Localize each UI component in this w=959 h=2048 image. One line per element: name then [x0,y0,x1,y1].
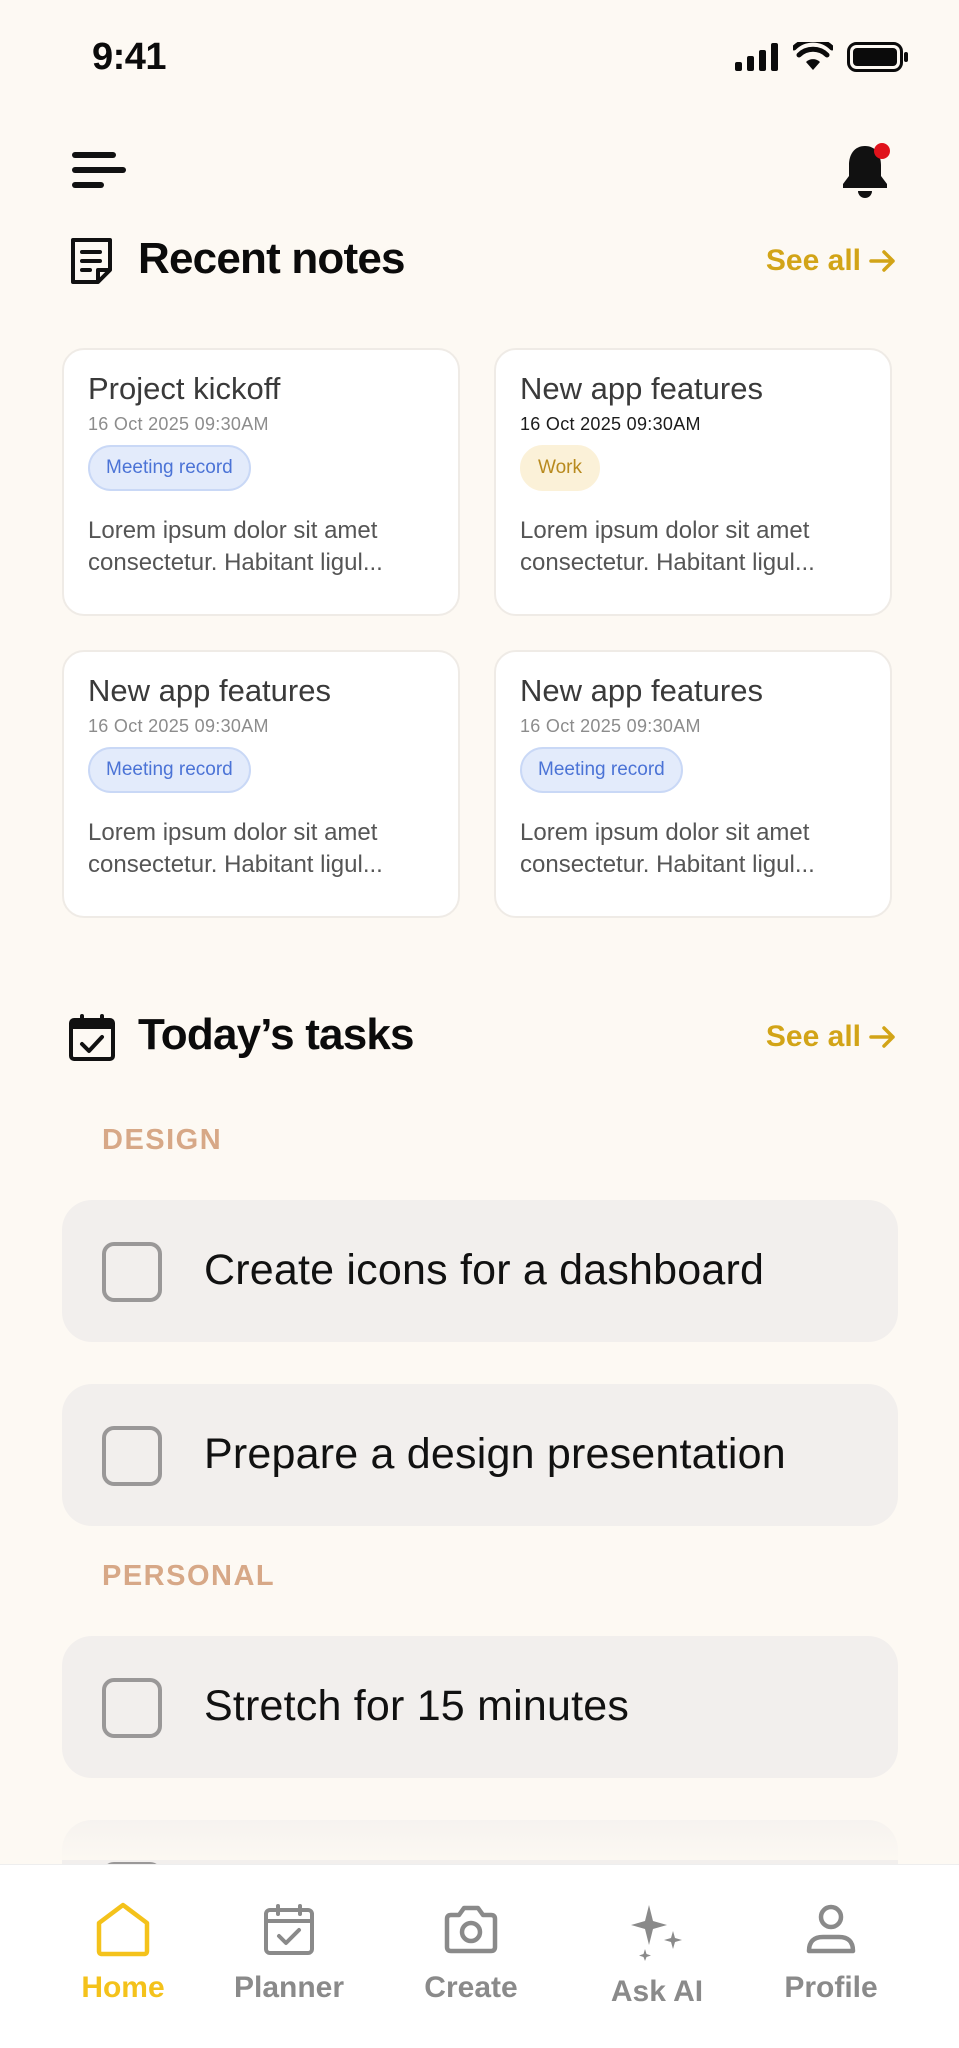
note-tag: Meeting record [520,747,683,793]
calendar-check-icon [69,1014,115,1061]
menu-button[interactable] [70,148,128,194]
tab-label: Ask AI [610,1975,704,2008]
cellular-signal-icon [735,43,778,71]
scroll-fade [0,1790,959,1860]
note-date: 16 Oct 2025 09:30AM [88,414,269,434]
tab-label: Home [81,1971,165,2004]
calendar-check-icon [264,1904,314,1955]
note-preview: Lorem ipsum dolor sit amet consectetur. … [88,517,383,576]
category-label-design: DESIGN [102,1124,223,1156]
notes-grid: Project kickoff 16 Oct 2025 09:30AM Meet… [62,348,896,918]
sparkles-icon [631,1905,682,1961]
task-checkbox[interactable] [102,1242,162,1302]
note-preview: Lorem ipsum dolor sit amet consectetur. … [520,819,815,878]
status-bar: 9:41 [0,0,959,120]
note-title: Project kickoff [88,371,281,406]
tab-ask-ai[interactable]: Ask AI [582,1901,732,2009]
tab-create[interactable]: Create [396,1901,546,2005]
task-item[interactable]: Create icons for a dashboard [62,1200,898,1342]
notifications-button[interactable] [837,140,897,202]
note-card[interactable]: New app features 16 Oct 2025 09:30AM Mee… [494,650,892,918]
todays-tasks-header: Today’s tasks See all [0,1006,959,1066]
task-label: Prepare a design presentation [204,1430,786,1478]
task-checkbox[interactable] [102,1678,162,1738]
tab-planner[interactable]: Planner [214,1901,364,2005]
user-icon [806,1904,856,1954]
tab-label: Planner [233,1971,345,2004]
tab-bar: Home Planner Create Ask AI Profile [0,1864,959,2048]
note-preview: Lorem ipsum dolor sit amet consectetur. … [88,819,383,878]
recent-notes-see-all-link[interactable]: See all [766,244,897,278]
task-item[interactable]: Stretch for 15 minutes [62,1636,898,1778]
status-time: 9:41 [92,36,167,78]
note-tag: Meeting record [88,445,251,491]
todays-tasks-see-all-link[interactable]: See all [766,1020,897,1054]
note-date: 16 Oct 2025 09:30AM [520,716,701,736]
tab-home[interactable]: Home [48,1901,198,2005]
task-label: Create icons for a dashboard [204,1246,765,1294]
arrow-right-icon [869,1026,895,1048]
see-all-label: See all [765,1020,861,1053]
recent-notes-title: Recent notes [138,234,406,283]
bell-icon [843,143,890,198]
note-title: New app features [520,371,763,406]
note-title: New app features [88,673,331,708]
top-bar [0,140,959,200]
note-icon [71,238,112,284]
note-preview: Lorem ipsum dolor sit amet consectetur. … [520,517,815,576]
todays-tasks-title: Today’s tasks [138,1010,415,1059]
see-all-label: See all [765,244,861,277]
note-card[interactable]: New app features 16 Oct 2025 09:30AM Mee… [62,650,460,918]
home-icon [96,1902,150,1957]
note-tag: Meeting record [88,747,251,793]
tab-profile[interactable]: Profile [756,1901,906,2005]
category-label-personal: PERSONAL [102,1560,276,1592]
camera-icon [444,1905,498,1954]
notification-dot [874,143,890,159]
tab-label: Profile [784,1971,878,2004]
task-label: Stretch for 15 minutes [204,1682,630,1730]
task-checkbox[interactable] [102,1426,162,1486]
task-item[interactable]: Prepare a design presentation [62,1384,898,1526]
note-card[interactable]: Project kickoff 16 Oct 2025 09:30AM Meet… [62,348,460,616]
note-tag: Work [520,445,600,491]
battery-icon [847,42,908,72]
note-date: 16 Oct 2025 09:30AM [520,414,701,434]
note-date: 16 Oct 2025 09:30AM [88,716,269,736]
status-icons [735,42,909,72]
menu-icon [72,152,126,188]
note-title: New app features [520,673,763,708]
wifi-icon [793,42,833,70]
note-card[interactable]: New app features 16 Oct 2025 09:30AM Wor… [494,348,892,616]
arrow-right-icon [869,250,895,272]
tab-label: Create [424,1971,518,2004]
recent-notes-header: Recent notes See all [0,230,959,290]
